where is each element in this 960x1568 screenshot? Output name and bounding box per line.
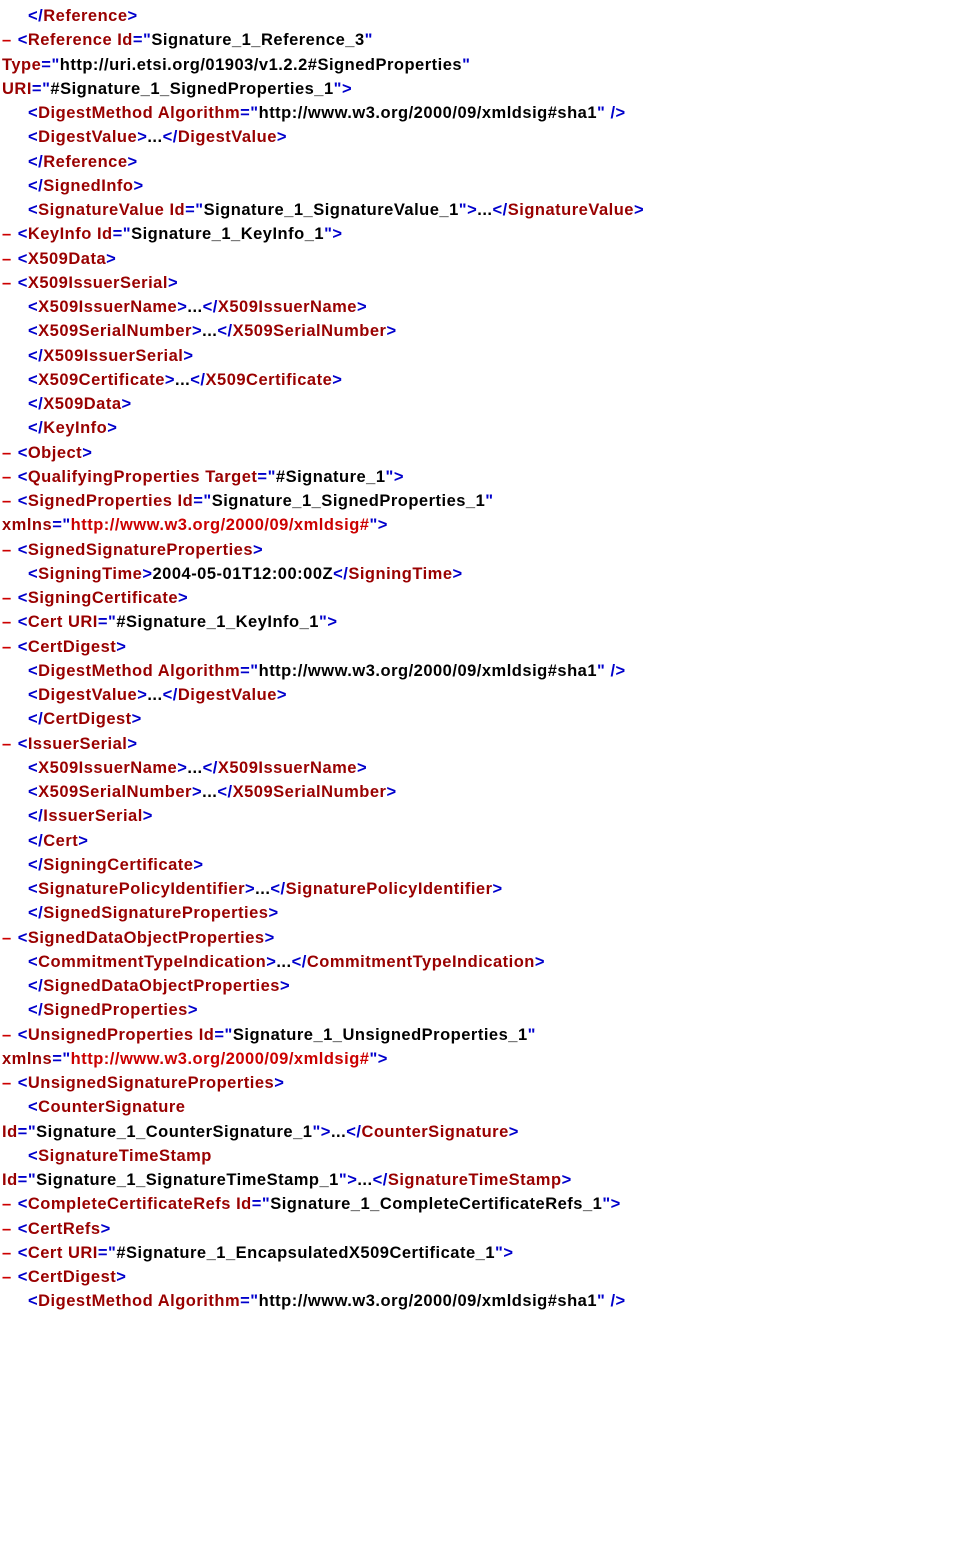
collapse-toggle[interactable]: – <box>2 541 12 559</box>
collapse-toggle[interactable]: – <box>2 1220 12 1238</box>
xml-line: Id="Signature_1_SignatureTimeStamp_1">..… <box>2 1168 958 1192</box>
collapse-toggle[interactable]: – <box>2 589 12 607</box>
xml-line: –<Object> <box>2 441 958 465</box>
xml-line: –<SignedDataObjectProperties> <box>2 926 958 950</box>
xml-line: <SignaturePolicyIdentifier>...</Signatur… <box>2 877 958 901</box>
xml-line: –<X509IssuerSerial> <box>2 271 958 295</box>
collapse-toggle[interactable]: – <box>2 1074 12 1092</box>
xml-line: –<SignedSignatureProperties> <box>2 538 958 562</box>
xml-line: Type="http://uri.etsi.org/01903/v1.2.2#S… <box>2 53 958 77</box>
xml-line: </KeyInfo> <box>2 416 958 440</box>
collapse-toggle[interactable]: – <box>2 735 12 753</box>
collapse-toggle[interactable]: – <box>2 250 12 268</box>
collapse-toggle[interactable]: – <box>2 1268 12 1286</box>
collapse-toggle[interactable]: – <box>2 225 12 243</box>
xml-line: <X509SerialNumber>...</X509SerialNumber> <box>2 319 958 343</box>
xml-line: </X509Data> <box>2 392 958 416</box>
xml-line: <DigestMethod Algorithm="http://www.w3.o… <box>2 659 958 683</box>
xml-line: </Cert> <box>2 829 958 853</box>
xml-line: <CounterSignature <box>2 1095 958 1119</box>
xml-line: <DigestValue>...</DigestValue> <box>2 683 958 707</box>
xml-line: xmlns="http://www.w3.org/2000/09/xmldsig… <box>2 513 958 537</box>
xml-line: </CertDigest> <box>2 707 958 731</box>
xml-line: –<Reference Id="Signature_1_Reference_3" <box>2 28 958 52</box>
collapse-toggle[interactable]: – <box>2 1244 12 1262</box>
xml-line: <CommitmentTypeIndication>...</Commitmen… <box>2 950 958 974</box>
xml-line: </SignedDataObjectProperties> <box>2 974 958 998</box>
xml-line: –<CertDigest> <box>2 635 958 659</box>
collapse-toggle[interactable]: – <box>2 613 12 631</box>
collapse-toggle[interactable]: – <box>2 444 12 462</box>
xml-line: </IssuerSerial> <box>2 804 958 828</box>
xml-line: –<UnsignedProperties Id="Signature_1_Uns… <box>2 1023 958 1047</box>
collapse-toggle[interactable]: – <box>2 468 12 486</box>
xml-line: </X509IssuerSerial> <box>2 344 958 368</box>
xml-line: </Reference> <box>2 4 958 28</box>
xml-line: –<QualifyingProperties Target="#Signatur… <box>2 465 958 489</box>
xml-line: <DigestMethod Algorithm="http://www.w3.o… <box>2 1289 958 1313</box>
xml-line: <DigestValue>...</DigestValue> <box>2 125 958 149</box>
collapse-toggle[interactable]: – <box>2 1026 12 1044</box>
collapse-toggle[interactable]: – <box>2 31 12 49</box>
xml-line: –<CertRefs> <box>2 1217 958 1241</box>
xml-line: <X509IssuerName>...</X509IssuerName> <box>2 756 958 780</box>
xml-line: –<IssuerSerial> <box>2 732 958 756</box>
xml-line: –<SigningCertificate> <box>2 586 958 610</box>
xml-line: <SigningTime>2004-05-01T12:00:00Z</Signi… <box>2 562 958 586</box>
xml-line: </SignedSignatureProperties> <box>2 901 958 925</box>
xml-line: –<X509Data> <box>2 247 958 271</box>
xml-line: </Reference> <box>2 150 958 174</box>
xml-line: <X509IssuerName>...</X509IssuerName> <box>2 295 958 319</box>
xml-line: URI="#Signature_1_SignedProperties_1"> <box>2 77 958 101</box>
xml-line: </SignedProperties> <box>2 998 958 1022</box>
xml-line: Id="Signature_1_CounterSignature_1">...<… <box>2 1120 958 1144</box>
collapse-toggle[interactable]: – <box>2 274 12 292</box>
xml-line: </SigningCertificate> <box>2 853 958 877</box>
collapse-toggle[interactable]: – <box>2 929 12 947</box>
xml-line: –<Cert URI="#Signature_1_EncapsulatedX50… <box>2 1241 958 1265</box>
xml-line: <X509Certificate>...</X509Certificate> <box>2 368 958 392</box>
xml-line: <X509SerialNumber>...</X509SerialNumber> <box>2 780 958 804</box>
xml-line: <DigestMethod Algorithm="http://www.w3.o… <box>2 101 958 125</box>
xml-line: xmlns="http://www.w3.org/2000/09/xmldsig… <box>2 1047 958 1071</box>
collapse-toggle[interactable]: – <box>2 638 12 656</box>
collapse-toggle[interactable]: – <box>2 1195 12 1213</box>
xml-line: –<Cert URI="#Signature_1_KeyInfo_1"> <box>2 610 958 634</box>
xml-line: –<CertDigest> <box>2 1265 958 1289</box>
xml-line: –<UnsignedSignatureProperties> <box>2 1071 958 1095</box>
xml-line: –<CompleteCertificateRefs Id="Signature_… <box>2 1192 958 1216</box>
xml-line: <SignatureValue Id="Signature_1_Signatur… <box>2 198 958 222</box>
collapse-toggle[interactable]: – <box>2 492 12 510</box>
xml-line: –<SignedProperties Id="Signature_1_Signe… <box>2 489 958 513</box>
xml-line: –<KeyInfo Id="Signature_1_KeyInfo_1"> <box>2 222 958 246</box>
xml-line: </SignedInfo> <box>2 174 958 198</box>
xml-line: <SignatureTimeStamp <box>2 1144 958 1168</box>
